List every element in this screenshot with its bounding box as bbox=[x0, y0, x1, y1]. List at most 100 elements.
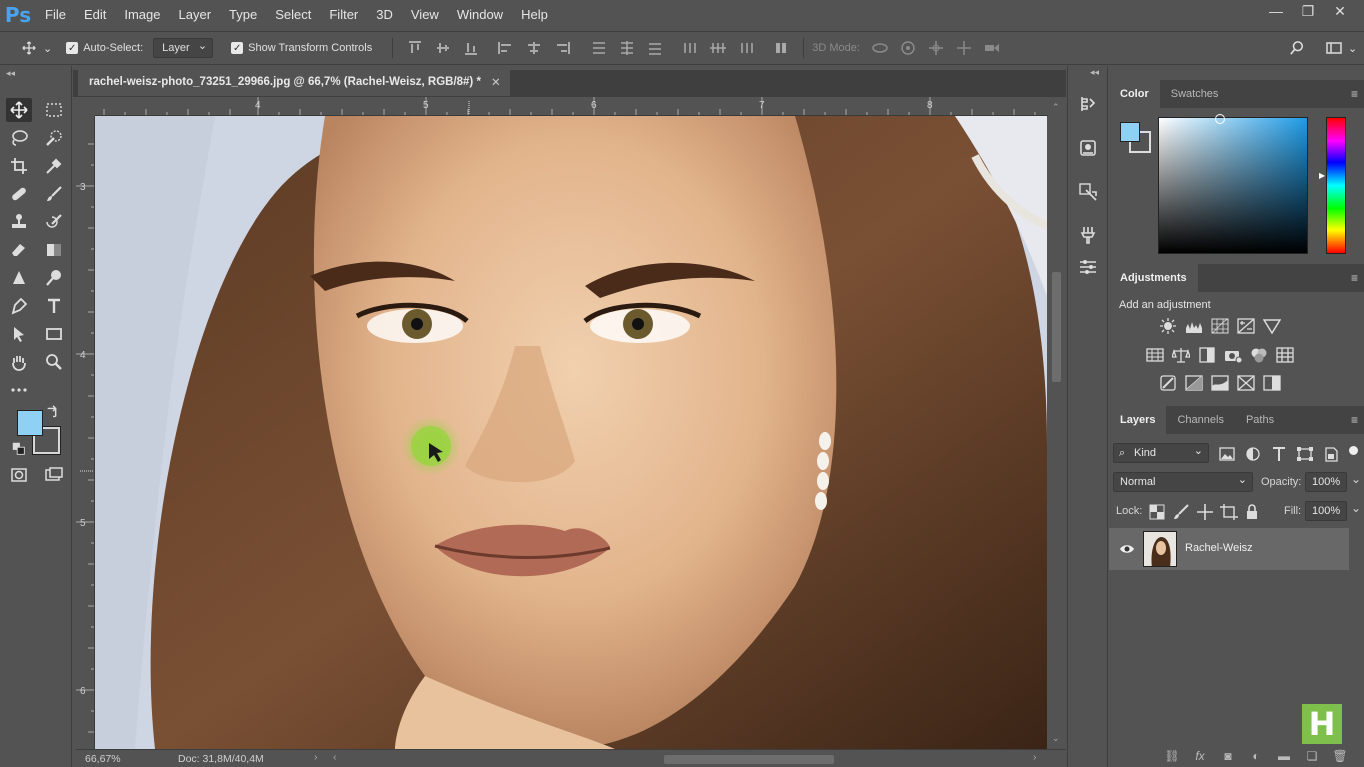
posterize-icon[interactable] bbox=[1184, 374, 1204, 392]
workspace-chevron-icon[interactable]: ⌄ bbox=[1348, 42, 1357, 55]
history-brush-tool-button[interactable] bbox=[41, 210, 67, 234]
restore-button[interactable]: ❐ bbox=[1292, 0, 1324, 22]
canvas[interactable] bbox=[95, 116, 1047, 749]
menu-layer[interactable]: Layer bbox=[170, 0, 221, 30]
scroll-left-icon[interactable]: ‹ bbox=[333, 751, 337, 763]
foreground-color-swatch[interactable] bbox=[17, 410, 43, 436]
distribute-vertical-center-icon[interactable] bbox=[618, 41, 636, 55]
horizontal-ruler[interactable]: 4 5 6 7 8 bbox=[95, 97, 1048, 116]
3d-scale-icon[interactable] bbox=[983, 41, 1001, 55]
clone-stamp-tool-button[interactable] bbox=[6, 210, 32, 234]
3d-roll-icon[interactable] bbox=[899, 41, 917, 55]
lock-all-icon[interactable] bbox=[1242, 503, 1262, 521]
lock-artboard-icon[interactable] bbox=[1219, 503, 1239, 521]
filter-adjustment-layers-icon[interactable] bbox=[1243, 445, 1263, 463]
layer-filter-kind-dropdown[interactable]: ⌕ Kind ⌄ bbox=[1113, 443, 1209, 463]
filter-shape-layers-icon[interactable] bbox=[1295, 445, 1315, 463]
layers-panel-menu-icon[interactable]: ≡ bbox=[1351, 413, 1358, 427]
status-menu-chevron-icon[interactable]: › bbox=[314, 751, 318, 763]
hue-slider-marker[interactable]: ▶ bbox=[1319, 171, 1325, 180]
align-left-icon[interactable] bbox=[497, 41, 515, 55]
color-picker-cursor[interactable] bbox=[1215, 114, 1225, 124]
menu-image[interactable]: Image bbox=[115, 0, 169, 30]
delete-layer-trash-icon[interactable]: 🗑 bbox=[1330, 749, 1350, 763]
fill-input[interactable]: 100% bbox=[1305, 501, 1347, 521]
opacity-slider-chevron-icon[interactable]: ⌄ bbox=[1351, 472, 1361, 486]
properties-panel-icon[interactable] bbox=[1077, 137, 1099, 159]
eyedropper-tool-button[interactable] bbox=[41, 154, 67, 178]
gradient-tool-button[interactable] bbox=[41, 238, 67, 262]
type-tool-button[interactable] bbox=[41, 294, 67, 318]
brush-settings-panel-icon[interactable] bbox=[1077, 224, 1099, 246]
crop-tool-button[interactable] bbox=[6, 154, 32, 178]
3d-pan-icon[interactable] bbox=[927, 41, 945, 55]
minimize-button[interactable]: — bbox=[1260, 0, 1292, 22]
vertical-ruler[interactable]: 3 4 5 6 bbox=[76, 116, 95, 749]
quick-mask-icon[interactable] bbox=[6, 463, 32, 487]
close-document-icon[interactable]: ✕ bbox=[491, 75, 501, 89]
gradient-map-icon[interactable] bbox=[1262, 374, 1282, 392]
new-adjustment-layer-icon[interactable]: ◐ bbox=[1246, 749, 1266, 763]
auto-select-checkbox[interactable]: ✓ bbox=[66, 42, 79, 54]
history-panel-icon[interactable] bbox=[1077, 93, 1099, 115]
align-right-icon[interactable] bbox=[553, 41, 571, 55]
distribute-horizontal-center-icon[interactable] bbox=[709, 41, 727, 55]
ruler-origin[interactable] bbox=[76, 97, 95, 116]
fill-slider-chevron-icon[interactable]: ⌄ bbox=[1351, 501, 1361, 515]
quick-selection-tool-button[interactable] bbox=[41, 126, 67, 150]
color-spectrum-picker[interactable] bbox=[1158, 114, 1308, 254]
filter-smart-objects-icon[interactable] bbox=[1321, 445, 1341, 463]
layer-style-fx-icon[interactable]: fx bbox=[1190, 749, 1210, 763]
hue-slider[interactable]: ▶ bbox=[1319, 117, 1346, 254]
tab-layers[interactable]: Layers bbox=[1109, 406, 1167, 434]
invert-icon[interactable] bbox=[1158, 374, 1178, 392]
menu-view[interactable]: View bbox=[402, 0, 448, 30]
brush-tool-button[interactable] bbox=[41, 182, 67, 206]
lasso-tool-button[interactable] bbox=[6, 126, 32, 150]
tab-color[interactable]: Color bbox=[1109, 80, 1160, 108]
default-colors-icon[interactable] bbox=[11, 441, 27, 457]
screen-mode-icon[interactable] bbox=[41, 463, 67, 487]
scroll-right-icon[interactable]: › bbox=[1033, 751, 1037, 763]
menu-3d[interactable]: 3D bbox=[367, 0, 402, 30]
color-panel-foreground-swatch[interactable] bbox=[1120, 122, 1140, 142]
filter-type-layers-icon[interactable] bbox=[1269, 445, 1289, 463]
lock-transparent-pixels-icon[interactable] bbox=[1147, 503, 1167, 521]
menu-type[interactable]: Type bbox=[220, 0, 266, 30]
lock-image-pixels-icon[interactable] bbox=[1171, 503, 1191, 521]
rectangle-tool-button[interactable] bbox=[41, 322, 67, 346]
move-tool-icon[interactable] bbox=[20, 41, 38, 55]
color-lookup-icon[interactable] bbox=[1275, 346, 1295, 364]
healing-brush-tool-button[interactable] bbox=[6, 182, 32, 206]
distribute-right-icon[interactable] bbox=[737, 41, 755, 55]
menu-edit[interactable]: Edit bbox=[75, 0, 115, 30]
pen-tool-button[interactable] bbox=[6, 294, 32, 318]
dodge-tool-button[interactable] bbox=[41, 266, 67, 290]
align-top-icon[interactable] bbox=[406, 41, 424, 55]
collapse-toolbar-icon[interactable]: ◂◂ bbox=[6, 68, 15, 79]
align-horizontal-center-icon[interactable] bbox=[525, 41, 543, 55]
clone-source-panel-icon[interactable] bbox=[1077, 181, 1099, 203]
filter-pixel-layers-icon[interactable] bbox=[1217, 445, 1237, 463]
menu-help[interactable]: Help bbox=[512, 0, 557, 30]
show-transform-controls-checkbox[interactable]: ✓ bbox=[231, 42, 244, 54]
selective-color-icon[interactable] bbox=[1236, 374, 1256, 392]
color-balance-icon[interactable] bbox=[1171, 346, 1191, 364]
align-bottom-icon[interactable] bbox=[462, 41, 480, 55]
hue-saturation-icon[interactable] bbox=[1145, 346, 1165, 364]
zoom-level[interactable]: 66,67% bbox=[85, 753, 121, 765]
vertical-scroll-thumb[interactable] bbox=[1052, 272, 1061, 382]
black-white-icon[interactable] bbox=[1197, 346, 1217, 364]
exposure-icon[interactable] bbox=[1236, 317, 1256, 335]
more-tools-icon[interactable] bbox=[6, 378, 32, 402]
opacity-input[interactable]: 100% bbox=[1305, 472, 1347, 492]
color-panel-menu-icon[interactable]: ≡ bbox=[1351, 87, 1358, 101]
tab-channels[interactable]: Channels bbox=[1166, 406, 1234, 434]
tab-swatches[interactable]: Swatches bbox=[1160, 80, 1230, 108]
path-selection-tool-button[interactable] bbox=[6, 322, 32, 346]
brush-presets-panel-icon[interactable] bbox=[1077, 256, 1099, 278]
menu-file[interactable]: File bbox=[36, 0, 75, 30]
curves-icon[interactable] bbox=[1210, 317, 1230, 335]
channel-mixer-icon[interactable] bbox=[1249, 346, 1269, 364]
layer-name[interactable]: Rachel-Weisz bbox=[1185, 542, 1253, 554]
